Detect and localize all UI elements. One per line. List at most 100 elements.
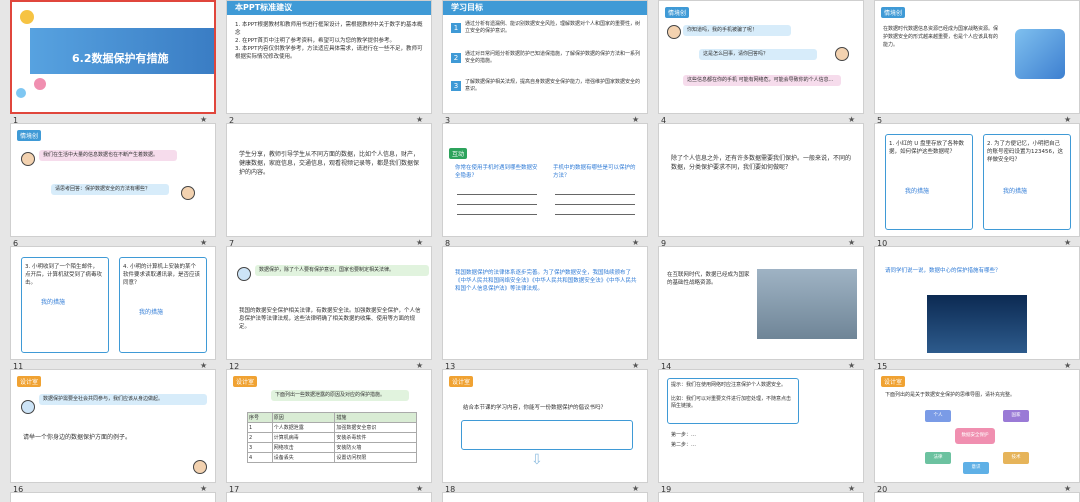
slide-text: 下面列出的是关于数据安全保护的思维导图，请补充完整。 (885, 392, 1016, 398)
table-cell: 设备丢失 (271, 452, 336, 463)
section-tag: 设计室 (233, 376, 258, 387)
step-text: 第二步：… (671, 442, 697, 448)
slide-canvas[interactable]: 互动 你常在使用手机时遇到哪些数据安全隐患？ 手机中的数据有哪些是可以保护的方法… (442, 123, 648, 237)
slide-text: 请同学们说一说，数据中心的保护措施有哪些？ (885, 268, 1001, 274)
avatar-girl (667, 25, 681, 39)
mindmap-node: 意识 (963, 462, 989, 474)
slide-canvas[interactable]: 我国数据保护的法律体系逐步完善。为了保护数据安全，我国陆续颁布了《中华人民共和国… (442, 246, 648, 360)
slide-header: 学习目标 (443, 1, 647, 15)
city-skyline-image (757, 269, 857, 339)
slide-canvas[interactable]: 本PPT标准建议 1. 本PPT根据教材和教师用书进行框架设计，需根据教材中关于… (226, 0, 432, 114)
goal-text: 了解数据保护相关法规，提高自身数据安全保护能力，增强维护国家数据安全的意识。 (465, 79, 641, 92)
prompt-bubble: 下面列出一些数据泄露的原因及对应的保护措施。 (271, 390, 409, 401)
text-line: 3. 本PPT内容仅供教学参考，方法适应具体需求，请进行在一些不足，教师可根据实… (235, 46, 423, 60)
table-header: 序号 (247, 412, 273, 423)
text-line: 1. 本PPT根据教材和教师用书进行框架设计，需根据教材中关于数字的基本概念 (235, 22, 423, 36)
slide-canvas[interactable]: 3. 小明收到了一个陌生邮件，点开后，计算机就受到了病毒攻击。 我的措施 4. … (10, 246, 216, 360)
speech-bubble: 数据保护，除了个人要有保护意识，国家也要制定相关法律。 (255, 265, 429, 276)
slide-text: 结合本节课的学习内容，你能写一份数据保护的倡议书吗？ (463, 405, 607, 411)
cloud-shield-icon (1015, 29, 1065, 79)
slide-canvas[interactable]: 设计室 结合本节课的学习内容，你能写一份数据保护的倡议书吗？ ⇩ (442, 369, 648, 483)
scenario-text: 4. 小明的计算机上安装的某个软件要求读取通讯录，是否应该同意？ (123, 264, 201, 286)
my-measures-link[interactable]: 我的措施 (905, 186, 929, 195)
table-cell: 4 (247, 452, 273, 463)
slide-header: 本PPT标准建议 (227, 1, 431, 15)
table-row: 1 个人数据泄露 加强数据安全意识 (247, 422, 417, 433)
my-measures-link[interactable]: 我的措施 (1003, 186, 1027, 195)
answer-line (457, 214, 537, 215)
speech-bubble: 这些信息都在你的手机 可能有网络危，可能会导致你的个人信息... (683, 75, 841, 86)
data-table: 序号 原因 措施 1 个人数据泄露 加强数据安全意识 2 计算机病毒 安装杀毒软… (247, 412, 417, 463)
table-header: 原因 (271, 412, 336, 423)
slide-text: 我国数据保护的法律体系逐步完善。为了保护数据安全，我国陆续颁布了《中华人民共和国… (455, 270, 637, 292)
table-cell: 设置访问权限 (334, 452, 417, 463)
slide-canvas[interactable]: 情境创 我们在生活中大量的信息数据也在不断产生着数据。 请思考回答：保护数据安全… (10, 123, 216, 237)
scenario-text: 1. 小红的 U 盘里存放了各种数据，如何保护这些数据呢？ (889, 141, 965, 155)
mindmap-node: 国家 (1003, 410, 1029, 422)
avatar-boy (181, 186, 195, 200)
my-measures-link[interactable]: 我的措施 (41, 297, 65, 306)
avatar-girl (21, 152, 35, 166)
slide-canvas[interactable]: 情境创 你知道吗，我的手机被骗了呢！ 这是怎么回事，请你回答吗？ 这些信息都在你… (658, 0, 864, 114)
slide-text: 除了个人信息之外，还有许多数据需要我们保护。一般来说，不同的数据，分类保护要求不… (671, 155, 852, 171)
slide-canvas[interactable]: 请同学们说一说，数据中心的保护措施有哪些？ (874, 246, 1080, 360)
avatar-boy (193, 460, 207, 474)
speech-bubble: 请思考回答：保护数据安全的方法有哪些？ (51, 184, 169, 195)
text-line: 2. 在PPT首页中注明了参考资料，希望可以为您的教学提供参考。 (235, 38, 395, 44)
arrow-down-icon: ⇩ (531, 452, 543, 468)
slide-body: 1. 本PPT根据教材和教师用书进行框架设计，需根据教材中关于数字的基本概念 2… (235, 21, 423, 107)
slide-thumbnail-partial[interactable] (226, 492, 432, 502)
section-tag: 情境创 (881, 7, 906, 18)
table-cell: 计算机病毒 (271, 432, 336, 443)
section-tag: 情境创 (665, 7, 690, 18)
decor-circle (34, 78, 46, 90)
goal-text: 通过对日常问题分析数据防护已知道保措施，了解保护数据的保护方法和一系列安全的措施… (465, 51, 641, 64)
step-text: 第一步：… (671, 432, 697, 438)
slide-canvas[interactable]: 提示：我们在使用网络时应注意保护个人数据安全。 比如：我们可以对重要文件进行加密… (658, 369, 864, 483)
robot-icon (21, 400, 35, 414)
section-tag: 设计室 (881, 376, 906, 387)
slide-thumbnail-partial[interactable] (658, 492, 864, 502)
slide-canvas[interactable]: 设计室 数据保护需要全社会共同参与，我们应该从身边做起。 请举一个你身边的数据保… (10, 369, 216, 483)
table-row: 4 设备丢失 设置访问权限 (247, 452, 417, 463)
slide-sorter-grid: 6.2数据保护有措施 1 ★ 本PPT标准建议 1. 本PPT根据教材和教师用书… (0, 0, 1080, 502)
slide-canvas[interactable]: 6.2数据保护有措施 (10, 0, 216, 114)
slide-thumbnail-partial[interactable] (442, 492, 648, 502)
slide-canvas[interactable]: 除了个人信息之外，还有许多数据需要我们保护。一般来说，不同的数据，分类保护要求不… (658, 123, 864, 237)
slide-canvas[interactable]: 数据保护，除了个人要有保护意识，国家也要制定相关法律。 我国的数据安全保护相关法… (226, 246, 432, 360)
mindmap-node: 技术 (1003, 452, 1029, 464)
slide-thumbnail-partial[interactable] (10, 492, 216, 502)
table-row: 3 网络攻击 安装防火墙 (247, 442, 417, 453)
question-text: 手机中的数据有哪些是可以保护的方法？ (553, 165, 636, 179)
table-cell: 网络攻击 (271, 442, 336, 453)
table-cell: 个人数据泄露 (271, 422, 336, 433)
scenario-text: 3. 小明收到了一个陌生邮件，点开后，计算机就受到了病毒攻击。 (25, 264, 103, 286)
mindmap-node: 法律 (925, 452, 951, 464)
table-cell: 安装防火墙 (334, 442, 417, 453)
slide-canvas[interactable]: 设计室 下面列出一些数据泄露的原因及对应的保护措施。 序号 原因 措施 1 个人… (226, 369, 432, 483)
slide-title: 6.2数据保护有措施 (72, 52, 169, 65)
mindmap-center-node: 数据安全保护 (955, 428, 995, 444)
slide-canvas[interactable]: 学习目标 1 通过分析有遗漏例、能识别数据安全风险，理解数据对个人和国家的重要性… (442, 0, 648, 114)
slide-text: 我国的数据安全保护相关法律，有数据安全法。加强数据安全保护，个人信息保护法等法律… (239, 308, 421, 330)
slide-canvas[interactable]: 设计室 下面列出的是关于数据安全保护的思维导图，请补充完整。 数据安全保护 个人… (874, 369, 1080, 483)
section-tag: 互动 (449, 148, 468, 159)
table-row: 2 计算机病毒 安装杀毒软件 (247, 432, 417, 443)
slide-canvas[interactable]: 1. 小红的 U 盘里存放了各种数据，如何保护这些数据呢？ 我的措施 2. 为了… (874, 123, 1080, 237)
avatar-boy (835, 47, 849, 61)
answer-line (555, 204, 635, 205)
answer-line (457, 204, 537, 205)
table-cell: 2 (247, 432, 273, 443)
table-cell: 3 (247, 442, 273, 453)
slide-thumbnail-partial[interactable] (874, 492, 1080, 502)
slide-canvas[interactable]: 情境创 在数据时代数据信息资源已经成为国家战略资源。保护数据安全的形式越来越重要… (874, 0, 1080, 114)
slide-canvas[interactable]: 学生分享，教师引导学生从不同方面的数据，比如个人信息，财产，健康数据，家庭信息，… (226, 123, 432, 237)
hint-text: 提示：我们在使用网络时应注意保护个人数据安全。 (671, 382, 787, 388)
slide-canvas[interactable]: 在互联网时代，数据已经成为国家的基础性战略资源。 (658, 246, 864, 360)
table-cell: 1 (247, 422, 273, 433)
decor-circle (16, 88, 26, 98)
my-measures-link[interactable]: 我的措施 (139, 307, 163, 316)
number-badge: 2 (451, 53, 461, 63)
answer-box (461, 420, 633, 450)
speech-bubble: 这是怎么回事，请你回答吗？ (699, 49, 817, 60)
